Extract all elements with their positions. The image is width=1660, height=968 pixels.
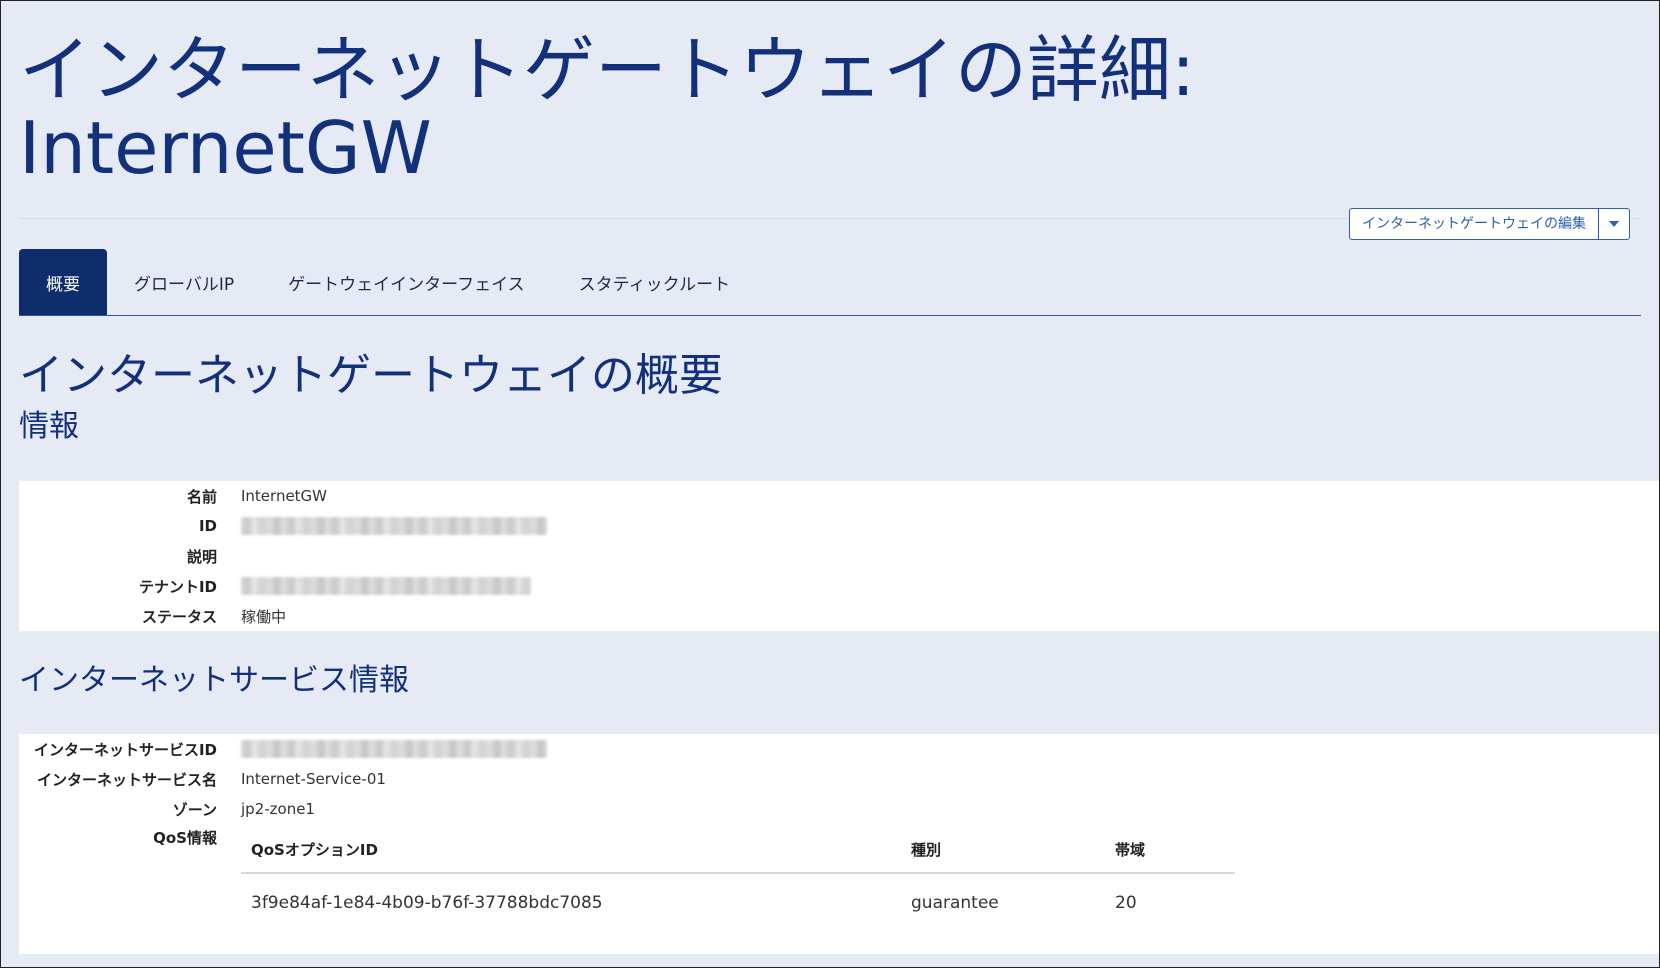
service-name-value: Internet-Service-01 (241, 770, 386, 788)
zone-label: ゾーン (172, 800, 217, 819)
id-label: ID (198, 517, 217, 535)
description-row: 説明 (19, 541, 241, 571)
qos-header-type: 種別 (901, 826, 1105, 874)
service-panel: インターネットサービスID インターネットサービス名 Internet-Serv… (19, 734, 1659, 954)
info-section-title: 情報 (19, 409, 79, 444)
qos-header-option-id: QoSオプションID (241, 826, 901, 874)
zone-value: jp2-zone1 (241, 800, 315, 818)
actions-dropdown-toggle[interactable] (1598, 209, 1629, 239)
tab-underline (19, 315, 1641, 316)
edit-internet-gateway-button[interactable]: インターネットゲートウェイの編集 (1350, 209, 1598, 239)
zone-row: ゾーン jp2-zone1 (19, 794, 315, 824)
status-row: ステータス 稼働中 (19, 601, 286, 631)
service-id-row: インターネットサービスID (19, 734, 547, 764)
qos-header-bandwidth: 帯域 (1105, 826, 1235, 874)
service-id-label: インターネットサービスID (33, 740, 217, 759)
qos-table: QoSオプションID 種別 帯域 3f9e84af-1e84-4b09-b76f… (241, 826, 1235, 932)
service-name-label: インターネットサービス名 (36, 770, 217, 789)
id-row: ID (19, 511, 547, 541)
qos-bandwidth-cell: 20 (1115, 893, 1137, 913)
tab-static-routes[interactable]: スタティックルート (552, 249, 757, 315)
service-name-row: インターネットサービス名 Internet-Service-01 (19, 764, 386, 794)
id-value-redacted (241, 517, 547, 535)
tab-gateway-interfaces[interactable]: ゲートウェイインターフェイス (261, 249, 551, 315)
edit-split-button: インターネットゲートウェイの編集 (1349, 208, 1630, 240)
overview-title: インターネットゲートウェイの概要 (19, 350, 723, 401)
qos-type-cell: guarantee (911, 893, 999, 913)
info-panel: 名前 InternetGW ID 説明 テナントID ステータス 稼働中 (19, 481, 1659, 631)
page-title: インターネットゲートウェイの詳細: InternetGW (19, 31, 1195, 187)
tab-global-ip[interactable]: グローバルIP (107, 249, 261, 315)
name-value: InternetGW (241, 487, 328, 505)
detail-tabs: 概要 グローバルIP ゲートウェイインターフェイス スタティックルート (19, 249, 757, 315)
qos-option-id-cell: 3f9e84af-1e84-4b09-b76f-37788bdc7085 (251, 893, 603, 913)
service-section-title: インターネットサービス情報 (19, 663, 409, 698)
tenant-id-row: テナントID (19, 571, 531, 601)
tab-overview[interactable]: 概要 (19, 249, 107, 315)
service-id-value-redacted (241, 740, 547, 758)
status-label: ステータス (141, 607, 217, 626)
tenant-id-label: テナントID (138, 577, 217, 596)
caret-down-icon (1609, 221, 1619, 227)
name-row: 名前 InternetGW (19, 481, 327, 511)
name-label: 名前 (186, 487, 217, 506)
qos-label: QoS情報 (153, 828, 217, 847)
page-title-line-1: インターネットゲートウェイの詳細: (19, 28, 1196, 112)
description-label: 説明 (186, 547, 217, 566)
status-value: 稼働中 (241, 607, 287, 626)
tenant-id-value-redacted (241, 577, 531, 595)
qos-table-header-row: QoSオプションID 種別 帯域 (241, 826, 1235, 874)
qos-row: QoS情報 (19, 822, 217, 852)
page-title-line-2: InternetGW (19, 106, 432, 190)
page-frame: インターネットゲートウェイの詳細: InternetGW インターネットゲートウ… (0, 0, 1660, 968)
table-row: 3f9e84af-1e84-4b09-b76f-37788bdc7085 gua… (241, 873, 1235, 932)
